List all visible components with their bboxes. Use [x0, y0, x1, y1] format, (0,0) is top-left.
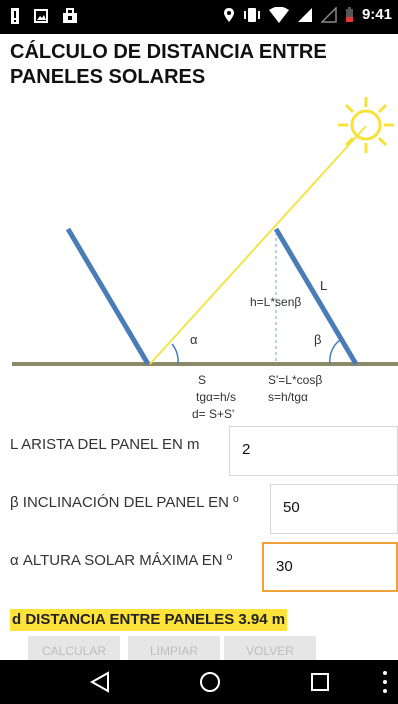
field-label-length: L ARISTA DEL PANEL EN m [10, 436, 200, 453]
alert-icon [11, 8, 19, 24]
sun-icon [338, 97, 394, 153]
s-prime-label: S'=L*cosβ [268, 373, 322, 387]
field-label-inclination: β INCLINACIÓN DEL PANEL EN º [10, 494, 239, 511]
page-title: CÁLCULO DE DISTANCIA ENTRE PANELES SOLAR… [10, 41, 327, 88]
inclination-input[interactable]: 50 [270, 484, 398, 534]
d-label: d= S+S' [192, 407, 234, 421]
more-icon[interactable] [356, 660, 396, 704]
clear-button[interactable]: LIMPIAR [128, 636, 220, 660]
altitude-input[interactable]: 30 [262, 542, 398, 592]
location-icon [223, 7, 234, 22]
beta-arc [329, 339, 341, 365]
tg-label: tgα=h/s [196, 390, 236, 404]
calculate-button[interactable]: CALCULAR [28, 636, 120, 660]
navigation-bar [0, 660, 398, 704]
field-row-inclination: β INCLINACIÓN DEL PANEL EN º 50 [0, 482, 398, 538]
left-panel [65, 227, 151, 366]
image-icon [34, 9, 48, 23]
length-label: L [320, 278, 327, 293]
recents-icon[interactable] [290, 660, 350, 704]
battery-icon [345, 6, 353, 22]
signal-icon [297, 7, 312, 22]
s-label: S [198, 373, 206, 387]
beta-label: β [314, 332, 321, 347]
s-formula-label: s=h/tgα [268, 390, 308, 404]
wifi-icon [268, 6, 289, 23]
field-label-altitude: α ALTURA SOLAR MÁXIMA EN º [10, 552, 233, 569]
result-distance: d DISTANCIA ENTRE PANELES 3.94 m [10, 609, 288, 631]
alpha-label: α [190, 332, 198, 347]
field-row-altitude: α ALTURA SOLAR MÁXIMA EN º 30 [0, 540, 398, 596]
status-bar: 9:41 [0, 0, 398, 34]
height-label: h=L*senβ [250, 295, 301, 309]
ground-line [12, 362, 398, 366]
solar-panel-diagram: α β L h=L*senβ S S'=L*cosβ tgα=h/s s=h/t… [12, 97, 398, 421]
home-icon[interactable] [180, 660, 240, 704]
alpha-arc [171, 343, 179, 365]
back-icon[interactable] [70, 660, 130, 704]
bag-icon [63, 8, 77, 23]
status-time: 9:41 [361, 6, 392, 23]
field-row-length: L ARISTA DEL PANEL EN m 2 [0, 426, 398, 482]
length-input[interactable]: 2 [229, 426, 398, 476]
signal-empty-icon [320, 6, 337, 23]
back-button[interactable]: VOLVER [224, 636, 316, 660]
vibrate-icon [243, 7, 260, 22]
